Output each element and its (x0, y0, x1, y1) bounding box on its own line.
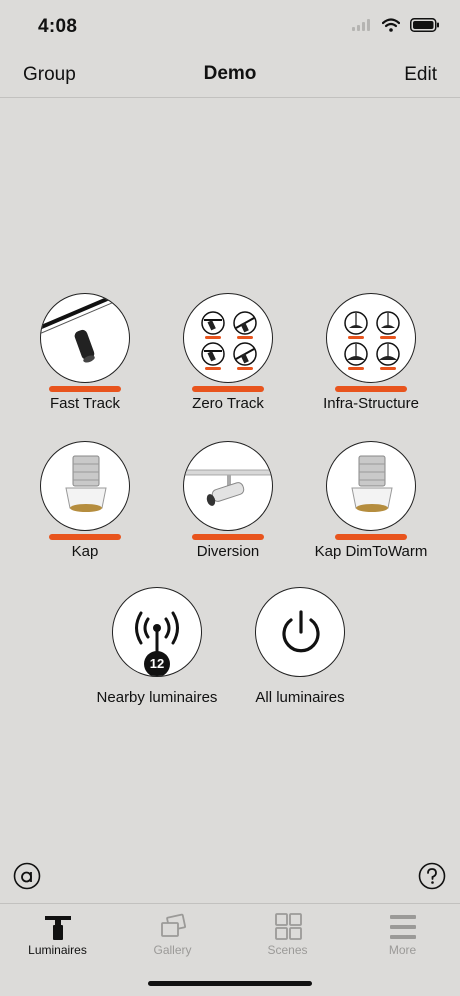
group-indicator-bar (192, 534, 264, 540)
group-tile-zero-track[interactable]: Zero Track (158, 293, 298, 412)
group-indicator-bar (335, 534, 407, 540)
group-tile-diversion[interactable]: Diversion (158, 441, 298, 560)
group-label: Fast Track (49, 395, 120, 412)
action-label: Nearby luminaires (96, 689, 218, 706)
group-label: Kap (71, 543, 99, 560)
group-tile-kap[interactable]: Kap (15, 441, 155, 560)
all-luminaires-button[interactable]: All luminaires (230, 587, 370, 706)
track-light-icon (45, 916, 71, 940)
group-tile-infra-structure[interactable]: Infra-Structure (301, 293, 441, 412)
status-bar: 4:08 (0, 0, 460, 52)
group-label: Kap DimToWarm (314, 543, 428, 560)
tab-luminaires[interactable]: Luminaires (0, 904, 115, 964)
menu-icon (390, 915, 416, 939)
tab-label: Gallery (153, 943, 192, 957)
edit-button[interactable]: Edit (404, 64, 437, 86)
group-label: Diversion (196, 543, 260, 560)
group-tile-kap-dimtowarm[interactable]: Kap DimToWarm (301, 441, 441, 560)
group-indicator-bar (335, 386, 407, 392)
group-label: Zero Track (192, 395, 264, 412)
status-icons (352, 18, 440, 32)
nearby-count-badge: 12 (144, 651, 170, 676)
status-time: 4:08 (38, 16, 78, 37)
group-tile-fast-track[interactable]: Fast Track (15, 293, 155, 412)
grid-icon (275, 913, 302, 940)
wifi-icon (382, 18, 400, 32)
zero-track-grid-icon (183, 293, 273, 383)
tab-label: More (388, 943, 417, 957)
navigation-bar: Group Demo Edit (0, 52, 460, 98)
track-spotlight-icon (40, 293, 130, 383)
tab-label: Scenes (267, 943, 308, 957)
downlight-icon (326, 441, 416, 531)
antenna-icon: 12 (112, 587, 202, 677)
group-indicator-bar (49, 386, 121, 392)
gallery-icon (161, 913, 186, 937)
tab-gallery[interactable]: Gallery (115, 904, 230, 964)
group-label: Infra-Structure (323, 395, 419, 412)
pendant-grid-icon (326, 293, 416, 383)
group-indicator-bar (192, 386, 264, 392)
group-indicator-bar (49, 534, 121, 540)
tab-more[interactable]: More (345, 904, 460, 964)
signal-icon (352, 19, 370, 31)
battery-icon (410, 18, 439, 32)
home-indicator (148, 981, 312, 986)
help-icon[interactable] (418, 862, 446, 890)
page-title: Demo (203, 63, 257, 84)
downlight-icon (40, 441, 130, 531)
nearby-luminaires-button[interactable]: 12 Nearby luminaires (87, 587, 227, 706)
tab-label: Luminaires (28, 943, 87, 957)
action-label: All luminaires (255, 689, 345, 706)
power-icon (255, 587, 345, 677)
tab-scenes[interactable]: Scenes (230, 904, 345, 964)
track-projector-icon (183, 441, 273, 531)
about-icon[interactable] (13, 862, 41, 890)
